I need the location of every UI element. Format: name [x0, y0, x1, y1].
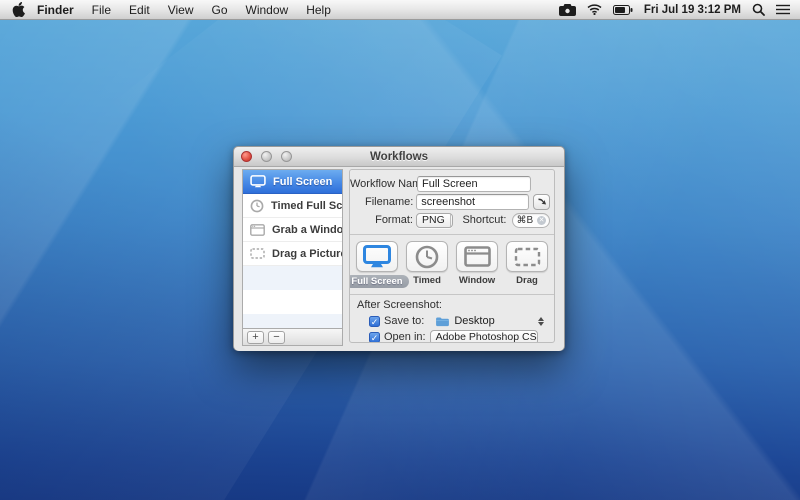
open-in-value: Adobe Photoshop CS5: [431, 331, 538, 343]
shortcut-value: ⌘B: [516, 215, 533, 226]
close-button[interactable]: [241, 151, 252, 162]
apple-menu-icon[interactable]: [12, 2, 25, 17]
wifi-icon[interactable]: [587, 4, 602, 15]
workflow-item-full-screen[interactable]: Full Screen: [243, 170, 342, 194]
menu-bar-status: Fri Jul 19 3:12 PM: [559, 3, 800, 16]
mode-label: Timed: [413, 275, 441, 286]
desktop: Finder File Edit View Go Window Help Fri…: [0, 0, 800, 500]
folder-icon: [435, 316, 450, 327]
spotlight-icon[interactable]: [752, 3, 765, 16]
workflow-name-row: Workflow Name: Full Screen: [350, 175, 554, 193]
camera-icon[interactable]: [559, 4, 576, 16]
menu-help[interactable]: Help: [306, 3, 331, 17]
add-workflow-button[interactable]: +: [247, 331, 264, 344]
workflow-item-drag-a-picture[interactable]: Drag a Picture: [243, 242, 342, 266]
clock-icon: [415, 245, 439, 269]
workflow-list: Full Screen Timed Full Screen Grab a Win…: [242, 169, 343, 346]
mode-window-button[interactable]: [456, 241, 498, 272]
drag-icon: [514, 247, 541, 267]
menu-go[interactable]: Go: [212, 3, 228, 17]
battery-icon[interactable]: [613, 5, 633, 15]
menu-view[interactable]: View: [168, 3, 194, 17]
traffic-lights: [241, 151, 292, 162]
mode-timed-button[interactable]: [406, 241, 448, 272]
save-to-value[interactable]: Desktop: [454, 315, 494, 327]
notification-list-icon[interactable]: [776, 4, 790, 15]
window-icon: [464, 246, 491, 267]
save-to-label: Save to:: [384, 315, 424, 327]
divider: [350, 294, 554, 295]
mode-full-screen-button[interactable]: [356, 241, 398, 272]
workflow-list-footer: + −: [243, 328, 342, 345]
mode-label: Window: [459, 275, 495, 286]
window-icon: [250, 224, 265, 236]
save-to-row: ✓ Save to: Desktop: [350, 313, 554, 329]
format-popup[interactable]: PNG: [416, 213, 453, 228]
mode-drag-button[interactable]: [506, 241, 548, 272]
format-label: Format:: [350, 214, 413, 226]
workflow-item-grab-a-window[interactable]: Grab a Window: [243, 218, 342, 242]
display-icon: [363, 245, 391, 268]
filename-label: Filename:: [350, 196, 413, 208]
filename-token-button[interactable]: [533, 194, 550, 210]
format-shortcut-row: Format: PNG Shortcut: ⌘B ✕: [350, 211, 554, 229]
clear-shortcut-icon[interactable]: ✕: [537, 216, 546, 225]
title-bar[interactable]: Workflows: [234, 147, 564, 167]
mode-full-screen[interactable]: Full Screen: [354, 241, 400, 289]
mode-label: Full Screen: [349, 275, 409, 288]
shortcut-input[interactable]: ⌘B ✕: [512, 213, 550, 228]
workflow-name-label: Workflow Name:: [350, 178, 414, 190]
mode-label: Drag: [516, 275, 538, 286]
menu-bar-clock[interactable]: Fri Jul 19 3:12 PM: [644, 4, 741, 16]
menu-file[interactable]: File: [92, 3, 111, 17]
filename-input[interactable]: screenshot: [416, 194, 529, 210]
drag-icon: [250, 248, 265, 259]
capture-mode-buttons: Full Screen Timed: [350, 239, 554, 289]
menu-list: Finder File Edit View Go Window Help: [37, 3, 331, 17]
workflow-settings-panel: Workflow Name: Full Screen Filename: scr…: [349, 169, 555, 343]
after-screenshot-heading: After Screenshot:: [350, 299, 554, 313]
remove-workflow-button[interactable]: −: [268, 331, 285, 344]
mode-drag[interactable]: Drag: [504, 241, 550, 289]
menu-finder[interactable]: Finder: [37, 3, 74, 17]
format-value: PNG: [417, 214, 450, 226]
filename-row: Filename: screenshot: [350, 193, 554, 211]
save-to-stepper-icon[interactable]: [538, 317, 544, 326]
workflow-list-empty-rows: [243, 266, 342, 328]
workflow-item-label: Grab a Window: [272, 224, 342, 236]
workflow-item-label: Timed Full Screen: [271, 200, 342, 212]
display-icon: [250, 175, 266, 188]
menu-window[interactable]: Window: [246, 3, 289, 17]
workflow-item-label: Full Screen: [273, 176, 332, 188]
menu-bar: Finder File Edit View Go Window Help Fri…: [0, 0, 800, 20]
mode-window[interactable]: Window: [454, 241, 500, 289]
open-in-checkbox[interactable]: ✓: [369, 332, 380, 343]
menu-edit[interactable]: Edit: [129, 3, 150, 17]
open-in-row: ✓ Open in: Adobe Photoshop CS5: [350, 329, 554, 343]
workflow-list-rows: Full Screen Timed Full Screen Grab a Win…: [243, 170, 342, 328]
minimize-button[interactable]: [261, 151, 272, 162]
popup-stepper-icon: [450, 214, 454, 227]
mode-timed[interactable]: Timed: [404, 241, 450, 289]
workflow-name-input[interactable]: Full Screen: [417, 176, 531, 192]
open-in-popup[interactable]: Adobe Photoshop CS5: [430, 330, 538, 344]
workflow-item-label: Drag a Picture: [272, 248, 342, 260]
workflows-window: Workflows Full Screen: [233, 146, 565, 351]
shortcut-label: Shortcut:: [462, 214, 506, 226]
zoom-button[interactable]: [281, 151, 292, 162]
window-content: Full Screen Timed Full Screen Grab a Win…: [234, 167, 564, 351]
clock-icon: [250, 199, 264, 213]
save-to-checkbox[interactable]: ✓: [369, 316, 380, 327]
workflow-item-timed-full-screen[interactable]: Timed Full Screen: [243, 194, 342, 218]
open-in-label: Open in:: [384, 331, 426, 343]
divider: [350, 234, 554, 235]
insert-token-icon: [537, 197, 547, 207]
